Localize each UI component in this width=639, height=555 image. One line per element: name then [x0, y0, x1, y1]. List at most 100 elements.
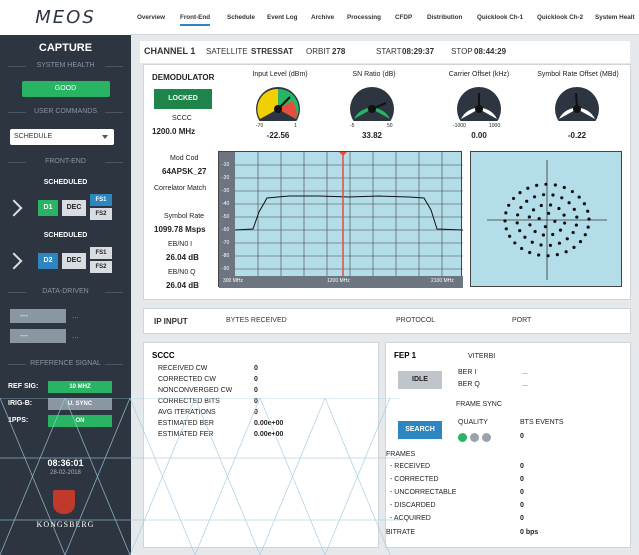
command-select-value: SCHEDULE	[14, 133, 53, 140]
gauge-title: Input Level (dBm)	[252, 71, 308, 78]
sidebar: MEOS CAPTURE SYSTEM HEALTH GOOD USER COM…	[0, 0, 131, 555]
constellation-point	[541, 193, 546, 197]
front-end-title: FRONT-END	[0, 155, 131, 169]
constellation-point	[563, 221, 567, 225]
sccc-label: NONCONVERGED CW	[158, 387, 233, 394]
constellation-point	[532, 195, 537, 199]
ebn0i-label: EB/N0 I	[168, 241, 193, 248]
constellation-point	[528, 250, 532, 255]
company-name: KONGSBERG	[36, 520, 95, 529]
constellation-point	[571, 230, 575, 235]
sccc-value: 0	[254, 376, 258, 383]
irig-b-value: U. SYNC	[48, 398, 112, 410]
bitrate-label: BITRATE	[386, 529, 416, 536]
frames-label: - UNCORRECTABLE	[390, 489, 457, 496]
y-tick: -90	[222, 266, 230, 272]
pps-label: 1PPS:	[8, 417, 29, 424]
y-tick: -70	[222, 240, 230, 246]
sccc-label: RECEIVED CW	[158, 365, 208, 372]
ber-q-value: ...	[522, 381, 528, 388]
ip-input-title: IP INPUT	[154, 317, 188, 326]
demod-d1[interactable]: D1	[38, 200, 58, 216]
tab-quicklook-ch2[interactable]: Quicklook Ch-2	[537, 14, 583, 21]
channel-header: CHANNEL 1 SATELLITE STRESSAT ORBIT 278 S…	[140, 41, 630, 63]
constellation-point	[551, 193, 555, 197]
constellation-point	[553, 183, 557, 187]
tab-schedule[interactable]: Schedule	[227, 14, 255, 21]
data-driven-item-2[interactable]: --- ...	[10, 329, 110, 343]
orbit-value: 278	[332, 47, 346, 56]
tab-overview[interactable]: Overview	[137, 14, 165, 21]
constellation-plot[interactable]	[470, 151, 622, 287]
chevron-right-icon	[5, 252, 23, 270]
constellation-point	[543, 225, 548, 229]
decoder-dec-1[interactable]: DEC	[62, 200, 86, 216]
tab-event-log[interactable]: Event Log	[267, 14, 297, 21]
constellation-point	[507, 203, 511, 207]
fs2-button-2[interactable]: FS2	[90, 261, 112, 273]
ref-sig-label: REF SIG:	[8, 383, 39, 390]
idle-button[interactable]: IDLE	[398, 371, 442, 389]
constellation-point	[562, 213, 566, 217]
fs2-button-1[interactable]: FS2	[90, 208, 112, 220]
constellation-point	[551, 232, 555, 237]
bitrate-value: 0 bps	[520, 529, 539, 536]
constellation-point	[557, 206, 561, 211]
start-label: START	[376, 47, 402, 56]
ber-i-label: BER I	[458, 369, 477, 376]
fs1-button-1[interactable]: FS1	[90, 194, 112, 206]
symbol-rate-offset-value: -0.22	[567, 131, 587, 140]
constellation-point	[523, 235, 527, 239]
frequency-value: 1200.0 MHz	[152, 127, 196, 136]
symbol-rate-label: Symbol Rate	[164, 213, 205, 220]
irig-b-label: IRIG-B:	[8, 400, 33, 407]
constellation-point	[548, 243, 553, 247]
search-button[interactable]: SEARCH	[398, 421, 442, 439]
input-level-value: -22.56	[266, 131, 290, 140]
tab-cfdp[interactable]: CFDP	[395, 14, 412, 21]
pps-row: 1PPS: ON	[0, 415, 131, 430]
y-tick: -30	[222, 188, 230, 194]
data-driven-item-1[interactable]: --- ...	[10, 309, 110, 323]
frames-value: 0	[520, 515, 524, 522]
quality-indicator	[458, 433, 467, 442]
frames-value: 0	[520, 476, 524, 483]
bts-events-value: 0	[520, 433, 524, 440]
y-tick: -40	[222, 201, 230, 207]
tab-processing[interactable]: Processing	[347, 14, 381, 21]
demod-d2[interactable]: D2	[38, 253, 58, 269]
tab-front-end[interactable]: Front-End	[180, 14, 211, 26]
tab-system-health[interactable]: System Healt	[595, 14, 635, 21]
decoder-dec-2[interactable]: DEC	[62, 253, 86, 269]
system-health-status[interactable]: GOOD	[21, 81, 110, 97]
constellation-point	[586, 209, 590, 213]
constellation-point	[548, 203, 553, 207]
frames-label: - DISCARDED	[390, 502, 436, 509]
app-root: MEOS CAPTURE SYSTEM HEALTH GOOD USER COM…	[0, 0, 639, 555]
tab-distribution[interactable]: Distribution	[427, 14, 462, 21]
sccc-label: CORRECTED BITS	[158, 398, 220, 405]
top-nav: Overview Front-End Schedule Event Log Ar…	[131, 0, 639, 35]
constellation-point	[557, 241, 562, 245]
system-health-title: SYSTEM HEALTH	[0, 59, 131, 73]
frame-sync-label: FRAME SYNC	[456, 401, 502, 408]
constellation-point	[565, 237, 569, 241]
fep-title: FEP 1	[394, 351, 417, 360]
y-tick: -20	[222, 175, 230, 181]
constellation-point	[518, 191, 522, 195]
constellation-point	[527, 215, 531, 219]
tab-archive[interactable]: Archive	[311, 14, 334, 21]
constellation-point	[539, 203, 543, 208]
tab-quicklook-ch1[interactable]: Quicklook Ch-1	[477, 14, 523, 21]
x-tick: 300 MHz	[223, 278, 244, 284]
fs1-button-2[interactable]: FS1	[90, 247, 112, 259]
y-tick: -50	[222, 214, 230, 220]
irig-b-row: IRIG-B: U. SYNC	[0, 398, 131, 413]
spectrum-plot[interactable]: -10 -20 -30 -40 -50 -60 -70 -80 -90 300 …	[218, 151, 463, 288]
gauge-max: 50	[387, 123, 393, 129]
gauge-title: SN Ratio (dB)	[352, 71, 396, 78]
clock: 08:36:01 28-02-2018	[0, 458, 131, 476]
command-select[interactable]: SCHEDULE	[10, 129, 114, 145]
ip-col-bytes: BYTES RECEIVED	[226, 317, 287, 324]
constellation-point	[546, 254, 550, 258]
